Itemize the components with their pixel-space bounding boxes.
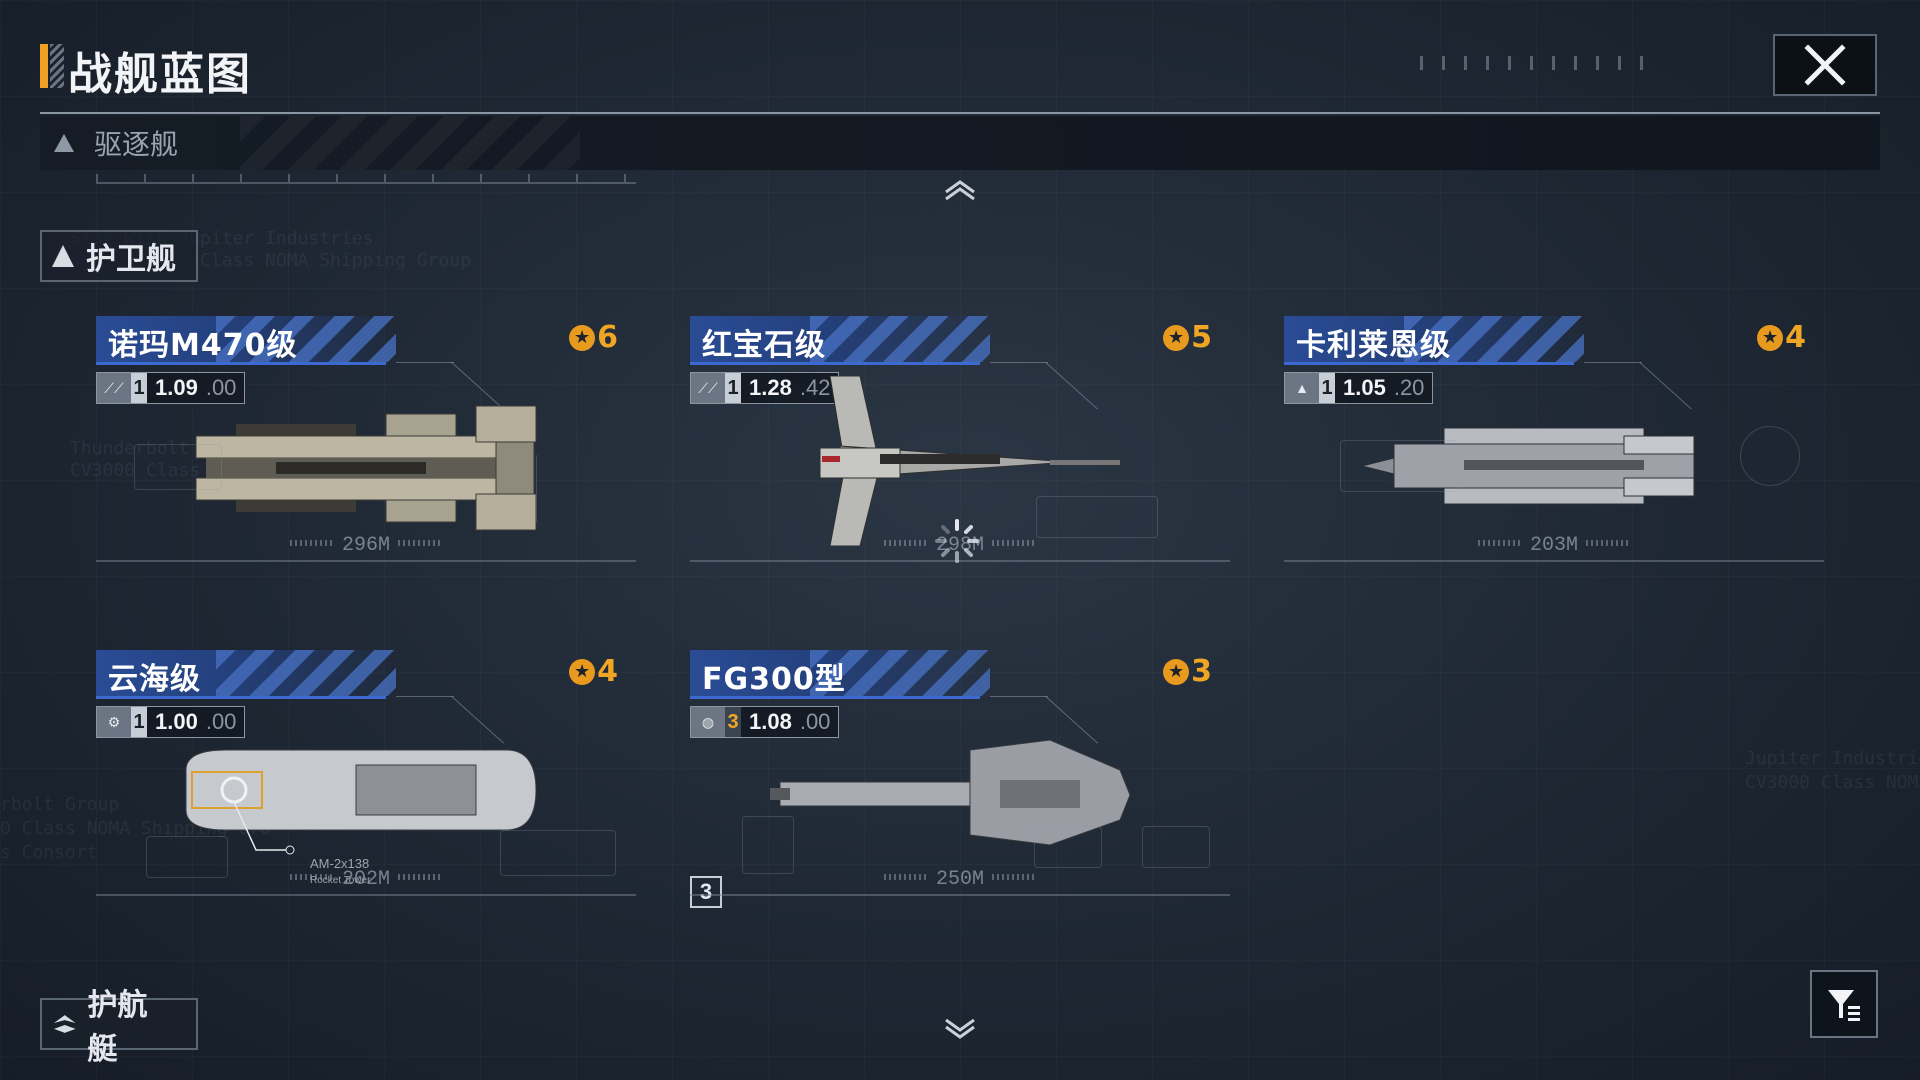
close-button[interactable] [1773,34,1877,96]
filter-icon [1828,990,1860,1021]
tier-value: 3 [725,707,741,737]
ship-card[interactable]: 红宝石级 ★ 5 ⟋⟋ 1 1.28 .42 298M [690,316,1230,616]
scroll-down-icon[interactable] [943,1016,977,1040]
header-ticks [1420,56,1650,70]
wing-logo-icon: ⟋⟋ [691,373,725,403]
ship-name: 红宝石级 [702,328,826,363]
tier-value: 1 [1319,373,1335,403]
category-label: 驱逐舰 [94,128,179,161]
star-medal-icon: ★ [569,324,596,351]
star-medal-icon: ★ [1163,324,1190,351]
triangle-icon [52,245,74,267]
schematic-line [536,454,617,524]
ship-card[interactable]: 诺玛M470级 ★ 6 ⟋⟋ 1 1.09 .00 296M [96,316,636,616]
background-text: Jupiter Industries [1745,748,1920,769]
category-bar-stripes [240,116,580,170]
rank-badge: ★ 6 [569,320,618,355]
ship-card[interactable]: 卡利莱恩级 ★ 4 ▲ 1 1.05 .20 203M [1284,316,1824,616]
star-medal-icon: ★ [1163,658,1190,685]
schematic-top [1142,826,1210,868]
ship-image [195,405,537,531]
section-label: 护卫舰 [86,242,176,277]
schematic-box [742,816,794,874]
ship-length: 296M [96,534,636,557]
schematic-front [134,444,222,490]
wing-logo-icon: ⟋⟋ [97,373,131,403]
schematic-front [1036,496,1158,538]
ship-length: 203M [1284,534,1824,557]
schematic-front [1034,826,1102,868]
background-text: Class NOMA Shipping Group [200,250,471,271]
rank-badge: ★ 5 [1163,320,1212,355]
rank-badge: ★ 4 [1757,320,1806,355]
ship-card[interactable]: FG300型 ★ 3 ◍ 3 1.08 .00 3 250M [690,650,1230,950]
section-tab-frigate[interactable]: 护卫舰 [40,230,198,282]
triangle-icon [54,134,74,152]
category-bar-destroyer[interactable]: 驱逐舰 [40,116,1880,170]
ship-name: 诺玛M470级 [108,328,298,363]
filter-button[interactable] [1810,970,1878,1038]
ship-name: 云海级 [108,662,201,697]
globe-icon: ◍ [691,707,725,737]
star-medal-icon: ★ [569,658,596,685]
scroll-up-icon[interactable] [943,178,977,202]
ship-image [770,739,1131,846]
ship-length: 250M [690,868,1230,891]
tier-value: 1 [131,707,147,737]
background-text: CV3000 Class NOMA [1745,772,1920,793]
page-title: 战舰蓝图 [68,49,252,100]
ship-name: 卡利莱恩级 [1296,328,1451,363]
rank-value: 3 [1191,654,1212,689]
rocket-logo-icon: ▲ [1285,373,1319,403]
section-tab-escort[interactable]: 护航艇 [40,988,198,1067]
card-baseline [690,894,1230,896]
star-medal-icon: ★ [1757,324,1784,351]
ruler [96,172,636,184]
section-label: 护航艇 [87,988,148,1067]
rank-badge: ★ 4 [569,654,618,689]
rank-badge: ★ 3 [1163,654,1212,689]
card-baseline [96,894,636,896]
escort-icon [53,1015,76,1033]
background-text: s Consort [0,842,98,863]
rank-value: 4 [597,654,618,689]
rank-value: 4 [1785,320,1806,355]
schematic-front [1340,440,1458,492]
tier-value: 1 [131,373,147,403]
rank-value: 5 [1191,320,1212,355]
title-accent [40,44,48,88]
ship-name: FG300型 [702,662,846,697]
rank-value: 6 [597,320,618,355]
loading-spinner-icon [935,519,979,563]
globe-gear-icon: ⚙ [97,707,131,737]
schematic-rear [1740,426,1800,486]
close-icon [1804,44,1846,86]
title-accent-stripes [50,44,64,88]
header-divider [40,112,1880,114]
tier-value: 1 [725,373,741,403]
card-baseline [96,560,636,562]
ship-length: 202M [96,868,636,891]
card-baseline [1284,560,1824,562]
ship-card[interactable]: 云海级 ★ 4 ⚙ 1 1.00 .00 AM-2x138 Rocket Towe… [96,650,636,950]
